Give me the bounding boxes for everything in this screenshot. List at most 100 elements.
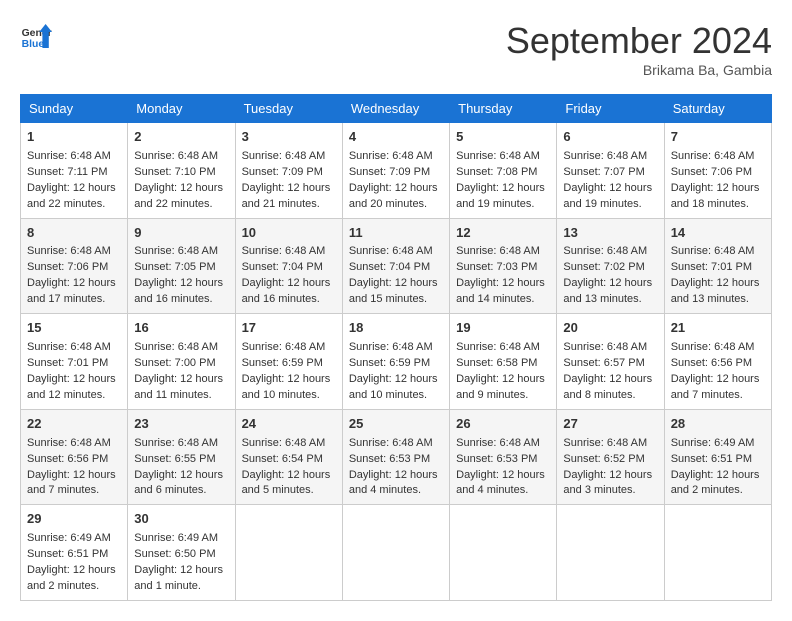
day-info-line: Sunrise: 6:48 AM	[349, 341, 433, 353]
day-number: 14	[671, 224, 765, 243]
day-info-line: Daylight: 12 hours	[134, 277, 223, 289]
day-number: 25	[349, 415, 443, 434]
day-info-line: and 13 minutes.	[563, 293, 641, 305]
day-info-line: and 11 minutes.	[134, 389, 211, 401]
day-info-line: Daylight: 12 hours	[242, 277, 331, 289]
calendar-table: SundayMondayTuesdayWednesdayThursdayFrid…	[20, 94, 772, 601]
calendar-day-cell: 26Sunrise: 6:48 AMSunset: 6:53 PMDayligh…	[450, 409, 557, 505]
day-info-line: and 3 minutes.	[563, 484, 635, 496]
weekday-header-row: SundayMondayTuesdayWednesdayThursdayFrid…	[21, 95, 772, 123]
day-number: 23	[134, 415, 228, 434]
day-number: 15	[27, 319, 121, 338]
calendar-day-cell: 28Sunrise: 6:49 AMSunset: 6:51 PMDayligh…	[664, 409, 771, 505]
day-info-line: and 17 minutes.	[27, 293, 105, 305]
day-info-line: Sunrise: 6:48 AM	[134, 341, 218, 353]
day-number: 30	[134, 510, 228, 529]
weekday-header-saturday: Saturday	[664, 95, 771, 123]
day-info-line: Sunset: 6:52 PM	[563, 453, 644, 465]
day-info-line: and 7 minutes.	[27, 484, 99, 496]
day-number: 2	[134, 128, 228, 147]
day-info-line: Sunrise: 6:48 AM	[27, 437, 111, 449]
day-info-line: Sunrise: 6:48 AM	[134, 437, 218, 449]
day-info-line: and 1 minute.	[134, 580, 201, 592]
day-info-line: and 20 minutes.	[349, 198, 427, 210]
calendar-day-cell: 27Sunrise: 6:48 AMSunset: 6:52 PMDayligh…	[557, 409, 664, 505]
day-info-line: Daylight: 12 hours	[456, 373, 545, 385]
day-info-line: Sunrise: 6:48 AM	[456, 150, 540, 162]
logo: General Blue	[20, 20, 52, 52]
day-number: 18	[349, 319, 443, 338]
calendar-day-cell: 20Sunrise: 6:48 AMSunset: 6:57 PMDayligh…	[557, 314, 664, 410]
day-info-line: Sunset: 7:06 PM	[671, 166, 752, 178]
day-info-line: Sunrise: 6:48 AM	[563, 150, 647, 162]
weekday-header-tuesday: Tuesday	[235, 95, 342, 123]
calendar-day-cell: 7Sunrise: 6:48 AMSunset: 7:06 PMDaylight…	[664, 123, 771, 219]
calendar-day-cell: 16 Sunrise: 6:48 AM Sunset: 7:00 PM Dayligh…	[128, 314, 235, 410]
day-number: 6	[563, 128, 657, 147]
day-info-line: and 9 minutes.	[456, 389, 528, 401]
day-info-line: and 22 minutes.	[27, 198, 105, 210]
day-info-line: and 14 minutes.	[456, 293, 534, 305]
calendar-day-cell: 11Sunrise: 6:48 AMSunset: 7:04 PMDayligh…	[342, 218, 449, 314]
day-info-line: and 2 minutes.	[27, 580, 99, 592]
day-info-line: Sunrise: 6:48 AM	[349, 245, 433, 257]
day-number: 26	[456, 415, 550, 434]
day-info-line: and 2 minutes.	[671, 484, 743, 496]
calendar-day-cell: 25Sunrise: 6:48 AMSunset: 6:53 PMDayligh…	[342, 409, 449, 505]
day-info-line: and 10 minutes.	[242, 389, 320, 401]
day-info-line: Sunrise: 6:48 AM	[456, 437, 540, 449]
day-info-line: and 16 minutes.	[134, 293, 212, 305]
weekday-header-wednesday: Wednesday	[342, 95, 449, 123]
day-number: 1	[27, 128, 121, 147]
day-info-line: Daylight: 12 hours	[242, 469, 331, 481]
day-info-line: Sunset: 7:10 PM	[134, 166, 215, 178]
day-info-line: Daylight: 12 hours	[134, 373, 223, 385]
weekday-header-thursday: Thursday	[450, 95, 557, 123]
day-info-line: and 8 minutes.	[563, 389, 635, 401]
day-info-line: Daylight: 12 hours	[349, 277, 438, 289]
day-number: 11	[349, 224, 443, 243]
calendar-day-cell: 13Sunrise: 6:48 AMSunset: 7:02 PMDayligh…	[557, 218, 664, 314]
day-info-line: Sunset: 7:03 PM	[456, 261, 537, 273]
day-info-line: Sunrise: 6:48 AM	[349, 437, 433, 449]
day-number: 20	[563, 319, 657, 338]
day-info-line: Daylight: 12 hours	[456, 469, 545, 481]
day-info-line: and 22 minutes.	[134, 198, 212, 210]
weekday-header-sunday: Sunday	[21, 95, 128, 123]
day-number: 9	[134, 224, 228, 243]
day-number: 4	[349, 128, 443, 147]
weekday-header-friday: Friday	[557, 95, 664, 123]
day-info-line: Sunrise: 6:48 AM	[134, 245, 218, 257]
day-info-line: Daylight: 12 hours	[671, 277, 760, 289]
day-info-line: and 5 minutes.	[242, 484, 314, 496]
calendar-day-cell: 29Sunrise: 6:49 AMSunset: 6:51 PMDayligh…	[21, 505, 128, 601]
empty-cell	[664, 505, 771, 601]
day-info-line: Sunrise: 6:48 AM	[456, 245, 540, 257]
day-info-line: Sunset: 7:07 PM	[563, 166, 644, 178]
day-number: 16	[134, 319, 228, 338]
day-info-line: and 12 minutes.	[27, 389, 105, 401]
calendar-day-cell: 9Sunrise: 6:48 AMSunset: 7:05 PMDaylight…	[128, 218, 235, 314]
day-info-line: and 7 minutes.	[671, 389, 743, 401]
day-info-line: Daylight: 12 hours	[563, 373, 652, 385]
day-info-line: Sunrise: 6:49 AM	[671, 437, 755, 449]
day-info-line: Sunrise: 6:48 AM	[671, 150, 755, 162]
day-info-line: Daylight: 12 hours	[27, 182, 116, 194]
day-info-line: Sunset: 7:01 PM	[671, 261, 752, 273]
day-info-line: Sunrise: 6:48 AM	[27, 341, 111, 353]
day-info-line: Daylight: 12 hours	[27, 373, 116, 385]
day-number: 7	[671, 128, 765, 147]
day-info-line: Daylight: 12 hours	[349, 469, 438, 481]
calendar-day-cell: 5Sunrise: 6:48 AMSunset: 7:08 PMDaylight…	[450, 123, 557, 219]
day-info-line: Sunset: 6:55 PM	[134, 453, 215, 465]
day-info-line: Sunset: 7:04 PM	[242, 261, 323, 273]
day-info-line: Sunset: 7:00 PM	[134, 357, 215, 369]
location-subtitle: Brikama Ba, Gambia	[506, 62, 772, 78]
page-header: General Blue September 2024 Brikama Ba, …	[20, 20, 772, 78]
title-block: September 2024 Brikama Ba, Gambia	[506, 20, 772, 78]
calendar-day-cell: 21Sunrise: 6:48 AMSunset: 6:56 PMDayligh…	[664, 314, 771, 410]
day-info-line: and 21 minutes.	[242, 198, 320, 210]
day-info-line: Sunset: 6:54 PM	[242, 453, 323, 465]
calendar-day-cell: 14Sunrise: 6:48 AMSunset: 7:01 PMDayligh…	[664, 218, 771, 314]
calendar-week-row: 15Sunrise: 6:48 AMSunset: 7:01 PMDayligh…	[21, 314, 772, 410]
